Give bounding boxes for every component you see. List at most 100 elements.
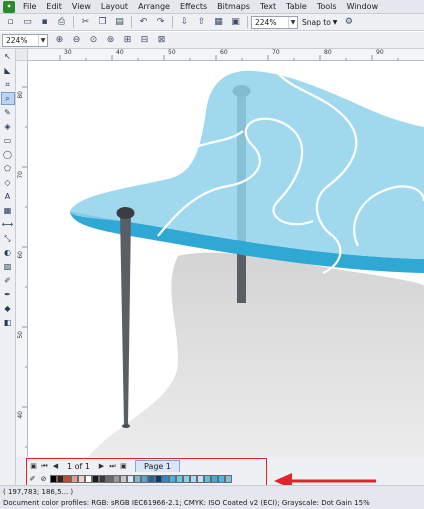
blend-tool-icon[interactable]: ◐: [1, 246, 15, 259]
interactive-fill-icon[interactable]: ◧: [1, 316, 15, 329]
last-page-icon[interactable]: ⏭: [107, 461, 118, 472]
fill-tool-icon[interactable]: ◆: [1, 302, 15, 315]
page-tab[interactable]: Page 1: [134, 460, 180, 472]
color-swatch[interactable]: [106, 474, 113, 483]
menu-tools[interactable]: Tools: [312, 0, 342, 14]
ruler-corner[interactable]: [16, 49, 28, 61]
outline-pen-icon[interactable]: ✒: [1, 288, 15, 301]
color-swatch[interactable]: [64, 474, 71, 483]
zoom-page-icon[interactable]: ⊞: [120, 33, 135, 48]
print-icon[interactable]: ⎙: [54, 15, 69, 30]
transparency-tool-icon[interactable]: ▨: [1, 260, 15, 273]
welcome-screen-icon[interactable]: ▣: [228, 15, 243, 30]
color-swatch[interactable]: [183, 474, 190, 483]
color-swatch[interactable]: [148, 474, 155, 483]
color-swatch[interactable]: [225, 474, 232, 483]
no-color-icon[interactable]: ⊘: [39, 474, 48, 483]
rectangle-tool-icon[interactable]: ▭: [1, 134, 15, 147]
color-swatch[interactable]: [92, 474, 99, 483]
color-swatch[interactable]: [71, 474, 78, 483]
previous-page-icon[interactable]: ◀: [50, 461, 61, 472]
snap-to-dropdown[interactable]: Snap to ▼: [302, 18, 337, 27]
color-swatch[interactable]: [169, 474, 176, 483]
eyedropper-tool-icon[interactable]: ✐: [1, 274, 15, 287]
color-swatch[interactable]: [127, 474, 134, 483]
vertical-ruler[interactable]: 80 70 60 50 40: [16, 61, 28, 457]
color-swatch[interactable]: [204, 474, 211, 483]
horizontal-ruler-ticks: [59, 55, 399, 60]
color-swatch[interactable]: [197, 474, 204, 483]
export-icon[interactable]: ⇧: [194, 15, 209, 30]
save-icon[interactable]: ▪: [37, 15, 52, 30]
color-swatch[interactable]: [113, 474, 120, 483]
zoom-height-icon[interactable]: ⊠: [154, 33, 169, 48]
zoom-width-icon[interactable]: ⊟: [137, 33, 152, 48]
zoom-level-combo[interactable]: 224% ▼: [251, 15, 298, 29]
polygon-tool-icon[interactable]: ⬠: [1, 162, 15, 175]
drawing-canvas[interactable]: [28, 61, 424, 457]
smart-fill-icon[interactable]: ◈: [1, 120, 15, 133]
property-bar: 224% ▼ ⊕ ⊖ ⊙ ⊚ ⊞ ⊟ ⊠: [0, 32, 424, 49]
chevron-down-icon[interactable]: ▼: [288, 16, 297, 28]
application-launcher-icon[interactable]: ▦: [211, 15, 226, 30]
menu-table[interactable]: Table: [281, 0, 312, 14]
color-profiles-info[interactable]: Document color profiles: RGB: sRGB IEC61…: [3, 499, 370, 507]
cut-icon[interactable]: ✂: [78, 15, 93, 30]
zoom-all-objects-icon[interactable]: ⊚: [103, 33, 118, 48]
color-swatch[interactable]: [176, 474, 183, 483]
import-icon[interactable]: ⇩: [177, 15, 192, 30]
color-swatch[interactable]: [218, 474, 225, 483]
options-icon[interactable]: ⚙: [341, 15, 356, 30]
toolbar-separator: [73, 16, 74, 28]
menu-view[interactable]: View: [67, 0, 96, 14]
color-swatch[interactable]: [120, 474, 127, 483]
paste-icon[interactable]: ▤: [112, 15, 127, 30]
color-swatch[interactable]: [99, 474, 106, 483]
color-swatch[interactable]: [155, 474, 162, 483]
basic-shapes-icon[interactable]: ◇: [1, 176, 15, 189]
color-swatch[interactable]: [134, 474, 141, 483]
color-swatch[interactable]: [162, 474, 169, 483]
menu-file[interactable]: File: [18, 0, 41, 14]
zoom-selected-icon[interactable]: ⊙: [86, 33, 101, 48]
menu-layout[interactable]: Layout: [96, 0, 133, 14]
connector-tool-icon[interactable]: ⤡: [1, 232, 15, 245]
next-page-icon[interactable]: ▶: [96, 461, 107, 472]
menu-arrange[interactable]: Arrange: [133, 0, 175, 14]
color-swatch[interactable]: [50, 474, 57, 483]
color-swatch[interactable]: [85, 474, 92, 483]
first-page-icon[interactable]: ⏮: [39, 461, 50, 472]
menu-text[interactable]: Text: [255, 0, 281, 14]
color-swatch[interactable]: [211, 474, 218, 483]
undo-icon[interactable]: ↶: [136, 15, 151, 30]
table-tool-icon[interactable]: ▦: [1, 204, 15, 217]
freehand-tool-icon[interactable]: ✎: [1, 106, 15, 119]
color-swatch[interactable]: [190, 474, 197, 483]
copy-icon[interactable]: ❐: [95, 15, 110, 30]
add-page-after-icon[interactable]: ▣: [118, 461, 129, 472]
crop-tool-icon[interactable]: ⌗: [1, 78, 15, 91]
text-tool-icon[interactable]: A: [1, 190, 15, 203]
zoom-in-icon[interactable]: ⊕: [52, 33, 67, 48]
menu-edit[interactable]: Edit: [41, 0, 67, 14]
zoom-tool-icon[interactable]: ⌕: [0, 92, 15, 105]
pick-tool-icon[interactable]: ↖: [1, 50, 15, 63]
eyedropper-icon[interactable]: ✐: [28, 474, 37, 483]
shape-tool-icon[interactable]: ◣: [1, 64, 15, 77]
color-swatch[interactable]: [57, 474, 64, 483]
zoom-out-icon[interactable]: ⊖: [69, 33, 84, 48]
new-document-icon[interactable]: ▫: [3, 15, 18, 30]
menu-effects[interactable]: Effects: [175, 0, 212, 14]
add-page-icon[interactable]: ▣: [28, 461, 39, 472]
color-swatch[interactable]: [78, 474, 85, 483]
menu-window[interactable]: Window: [342, 0, 384, 14]
color-swatch[interactable]: [141, 474, 148, 483]
chevron-down-icon[interactable]: ▼: [38, 34, 47, 46]
ellipse-tool-icon[interactable]: ◯: [1, 148, 15, 161]
menu-bitmaps[interactable]: Bitmaps: [212, 0, 255, 14]
open-folder-icon[interactable]: ▭: [20, 15, 35, 30]
redo-icon[interactable]: ↷: [153, 15, 168, 30]
dimension-tool-icon[interactable]: ⟷: [1, 218, 15, 231]
property-zoom-combo[interactable]: 224% ▼: [2, 33, 48, 47]
horizontal-ruler[interactable]: 30 40 50 60 70 80 90: [28, 49, 424, 61]
